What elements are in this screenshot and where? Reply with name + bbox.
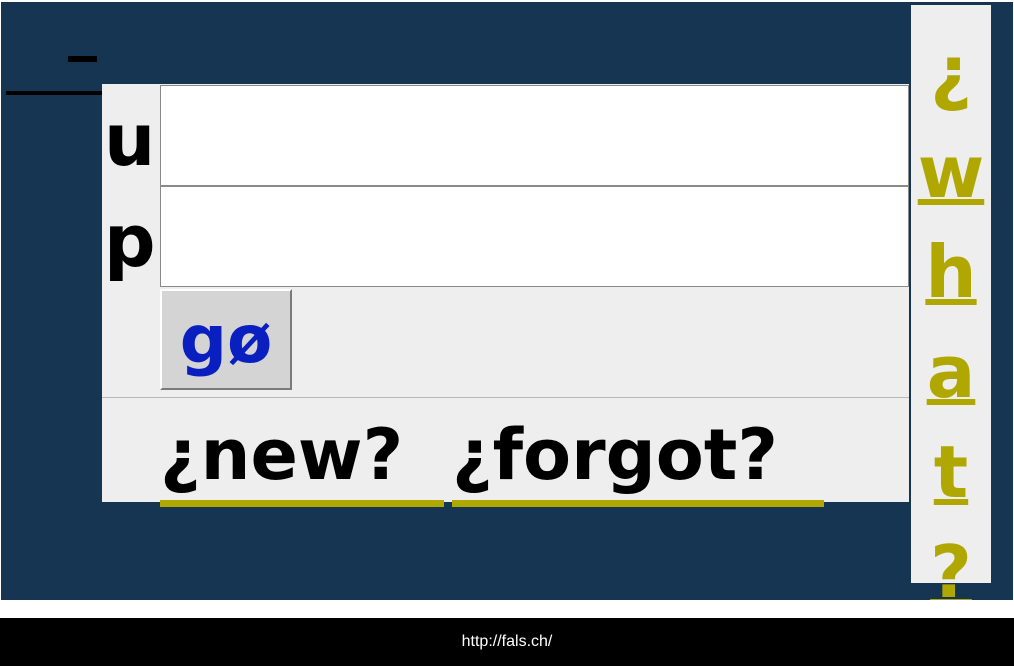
what-link-letter: a — [926, 330, 976, 414]
what-link-letter: t — [933, 430, 969, 514]
logo-underline — [6, 91, 102, 95]
new-account-link[interactable]: ¿new? — [160, 420, 444, 507]
form-divider — [102, 397, 909, 398]
username-label: u — [104, 98, 156, 182]
submit-button[interactable]: gø — [160, 289, 292, 390]
separator-strip — [0, 600, 1014, 618]
what-link-letter: h — [925, 230, 977, 314]
forgot-password-link[interactable]: ¿forgot? — [452, 420, 824, 507]
what-link[interactable]: ¿ w h a t ? — [913, 22, 989, 622]
footer-url: http://fals.ch/ — [461, 633, 553, 650]
logo-mark — [68, 56, 97, 62]
what-link-letter: ¿ — [930, 30, 972, 114]
page: u p gø ¿new? ¿forgot? ¿ w h a t ? http:/… — [0, 0, 1014, 666]
username-input[interactable] — [160, 85, 909, 186]
what-link-letter: w — [917, 130, 985, 214]
password-input[interactable] — [160, 186, 909, 287]
footer-bar: http://fals.ch/ — [0, 618, 1014, 666]
password-label: p — [104, 199, 156, 283]
